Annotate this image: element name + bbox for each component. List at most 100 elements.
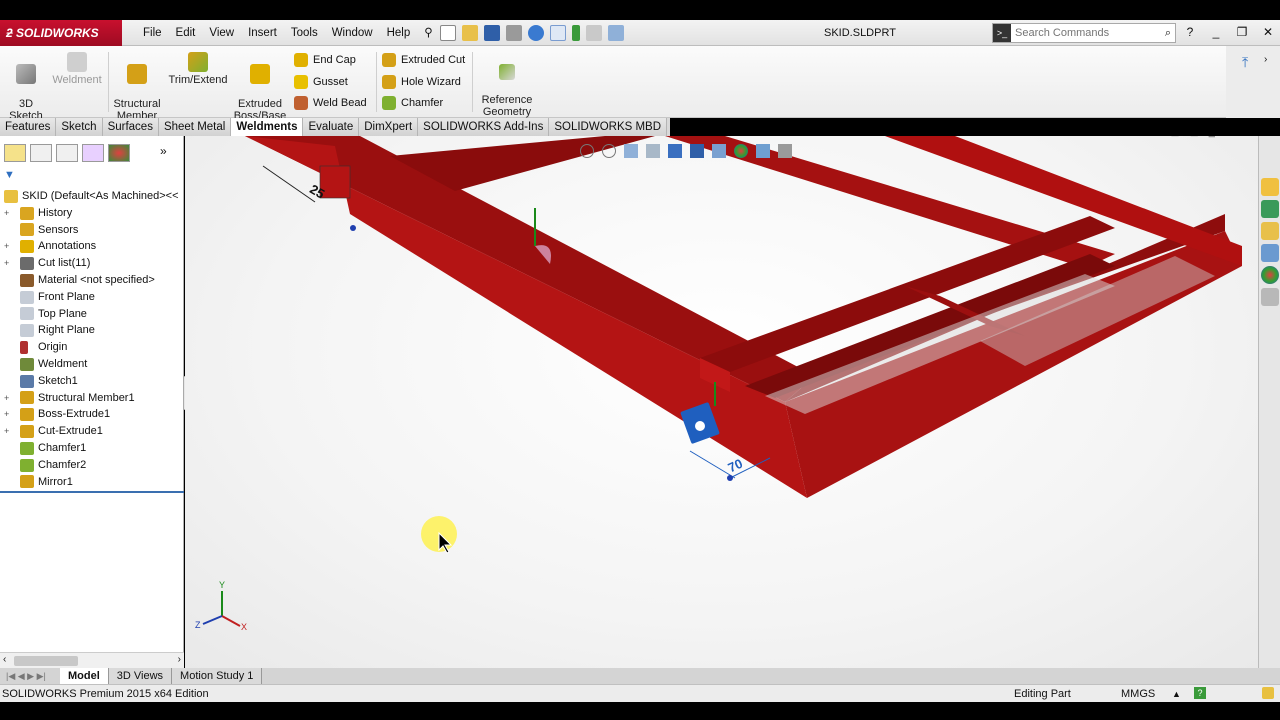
- section-view-icon[interactable]: [646, 144, 660, 158]
- close-icon[interactable]: ✕: [1260, 22, 1276, 42]
- tree-item-front-plane[interactable]: Front Plane: [0, 289, 184, 306]
- help-status-icon[interactable]: ?: [1194, 687, 1206, 699]
- tree-item-material[interactable]: Material <not specified>: [0, 272, 184, 289]
- chamfer-button[interactable]: Chamfer: [382, 96, 443, 110]
- viewport-close-icon[interactable]: ✕: [1245, 136, 1254, 139]
- extruded-cut-button[interactable]: Extruded Cut: [382, 53, 465, 67]
- tab-motion-study[interactable]: Motion Study 1: [172, 668, 263, 684]
- tab-features[interactable]: Features: [0, 118, 57, 136]
- expand-icon[interactable]: +: [4, 390, 14, 407]
- tab-3d-views[interactable]: 3D Views: [108, 668, 173, 684]
- search-box[interactable]: >_ ⌕: [992, 23, 1176, 43]
- viewport-split-icon[interactable]: ⊡: [1170, 136, 1179, 139]
- tab-surfaces[interactable]: Surfaces: [102, 118, 159, 136]
- solidworks-logo[interactable]: ƻ SOLIDWORKS: [0, 20, 122, 46]
- options-icon[interactable]: [608, 25, 624, 41]
- hole-wizard-button[interactable]: Hole Wizard: [382, 75, 461, 89]
- tree-item-boss-extrude1[interactable]: + Boss-Extrude1: [0, 406, 184, 423]
- tree-item-weldment[interactable]: Weldment: [0, 356, 184, 373]
- panel-horizontal-scrollbar[interactable]: ‹ ›: [0, 652, 184, 668]
- expand-icon[interactable]: +: [4, 205, 14, 222]
- end-cap-button[interactable]: End Cap: [294, 53, 356, 67]
- restore-icon[interactable]: ❐: [1234, 22, 1250, 42]
- dimxpert-manager-tab-icon[interactable]: [82, 144, 104, 162]
- tab-addins[interactable]: SOLIDWORKS Add-Ins: [418, 118, 550, 136]
- select-arrow-icon[interactable]: [550, 25, 566, 41]
- tree-item-chamfer1[interactable]: Chamfer1: [0, 440, 184, 457]
- file-properties-icon[interactable]: [586, 25, 602, 41]
- tree-item-sensors[interactable]: Sensors: [0, 222, 184, 239]
- tree-item-annotations[interactable]: + Annotations: [0, 238, 184, 255]
- expand-panel-icon[interactable]: »: [160, 144, 167, 168]
- 3d-sketch-button[interactable]: 3D Sketch: [6, 52, 46, 122]
- menu-insert[interactable]: Insert: [241, 20, 284, 46]
- extruded-boss-button[interactable]: Extruded Boss/Base: [232, 52, 288, 122]
- configuration-manager-tab-icon[interactable]: [56, 144, 78, 162]
- solidworks-resources-icon[interactable]: [1261, 178, 1279, 196]
- scroll-thumb[interactable]: [14, 656, 78, 666]
- view-palette-icon[interactable]: [1261, 244, 1279, 262]
- save-icon[interactable]: [484, 25, 500, 41]
- tab-model[interactable]: Model: [60, 668, 109, 684]
- weld-bead-button[interactable]: Weld Bead: [294, 96, 367, 110]
- units-selector[interactable]: MMGS: [1121, 685, 1155, 703]
- tree-item-cut-list[interactable]: + Cut list(11): [0, 255, 184, 272]
- tree-item-origin[interactable]: Origin: [0, 339, 184, 356]
- viewport-minimize-icon[interactable]: _: [1209, 136, 1215, 139]
- edit-appearance-icon[interactable]: [734, 144, 748, 158]
- ribbon-scroll-icon[interactable]: ›: [1264, 54, 1267, 65]
- weldment-button[interactable]: Weldment: [50, 52, 104, 86]
- tab-sheet-metal[interactable]: Sheet Metal: [158, 118, 232, 136]
- expand-icon[interactable]: +: [4, 406, 14, 423]
- structural-member-button[interactable]: Structural Member: [110, 52, 164, 122]
- tab-weldments[interactable]: Weldments: [231, 118, 304, 136]
- tab-dimxpert[interactable]: DimXpert: [359, 118, 419, 136]
- tree-item-right-plane[interactable]: Right Plane: [0, 322, 184, 339]
- new-document-icon[interactable]: [440, 25, 456, 41]
- zoom-to-fit-icon[interactable]: [580, 144, 594, 158]
- tree-item-top-plane[interactable]: Top Plane: [0, 306, 184, 323]
- hide-show-items-icon[interactable]: [712, 144, 726, 158]
- tag-icon[interactable]: [1262, 687, 1274, 699]
- viewport-restore-icon[interactable]: ❐: [1225, 136, 1235, 139]
- apply-scene-icon[interactable]: [756, 144, 770, 158]
- units-dropdown-icon[interactable]: ▲: [1172, 685, 1181, 703]
- tab-mbd[interactable]: SOLIDWORKS MBD: [549, 118, 668, 136]
- custom-properties-icon[interactable]: [1261, 288, 1279, 306]
- search-input[interactable]: [1011, 27, 1161, 39]
- tree-root[interactable]: SKID (Default<As Machined><<: [0, 188, 184, 205]
- minimize-icon[interactable]: _: [1208, 22, 1224, 42]
- zoom-area-icon[interactable]: [602, 144, 616, 158]
- print-icon[interactable]: [506, 25, 522, 41]
- viewport-split2-icon[interactable]: ⊟: [1190, 136, 1199, 139]
- tree-item-cut-extrude1[interactable]: + Cut-Extrude1: [0, 423, 184, 440]
- menu-file[interactable]: File: [136, 20, 169, 46]
- menu-edit[interactable]: Edit: [169, 20, 203, 46]
- menu-view[interactable]: View: [202, 20, 241, 46]
- feature-manager-tab-icon[interactable]: [4, 144, 26, 162]
- previous-view-icon[interactable]: [624, 144, 638, 158]
- tree-item-structural-member1[interactable]: + Structural Member1: [0, 390, 184, 407]
- appearances-icon[interactable]: [1261, 266, 1279, 284]
- magnifier-icon[interactable]: ⌕: [1161, 27, 1175, 40]
- open-folder-icon[interactable]: [462, 25, 478, 41]
- display-style-icon[interactable]: [690, 144, 704, 158]
- trim-extend-button[interactable]: Trim/Extend: [168, 52, 228, 86]
- tree-item-mirror1[interactable]: Mirror1: [0, 474, 184, 491]
- undo-icon[interactable]: [528, 25, 544, 41]
- tab-navigation-arrows[interactable]: |◀ ◀ ▶ ▶|: [0, 671, 60, 682]
- expand-icon[interactable]: +: [4, 423, 14, 440]
- help-icon[interactable]: ?: [1182, 22, 1198, 42]
- pin-icon[interactable]: ⚲: [417, 20, 439, 46]
- tree-item-chamfer2[interactable]: Chamfer2: [0, 457, 184, 474]
- gusset-button[interactable]: Gusset: [294, 75, 348, 89]
- tree-item-sketch1[interactable]: Sketch1: [0, 373, 184, 390]
- menu-help[interactable]: Help: [380, 20, 418, 46]
- expand-icon[interactable]: +: [4, 238, 14, 255]
- view-orientation-icon[interactable]: [668, 144, 682, 158]
- tab-sketch[interactable]: Sketch: [56, 118, 103, 136]
- filter-icon[interactable]: ▼: [4, 169, 15, 181]
- view-settings-icon[interactable]: [778, 144, 792, 158]
- design-library-icon[interactable]: [1261, 200, 1279, 218]
- display-manager-tab-icon[interactable]: [108, 144, 130, 162]
